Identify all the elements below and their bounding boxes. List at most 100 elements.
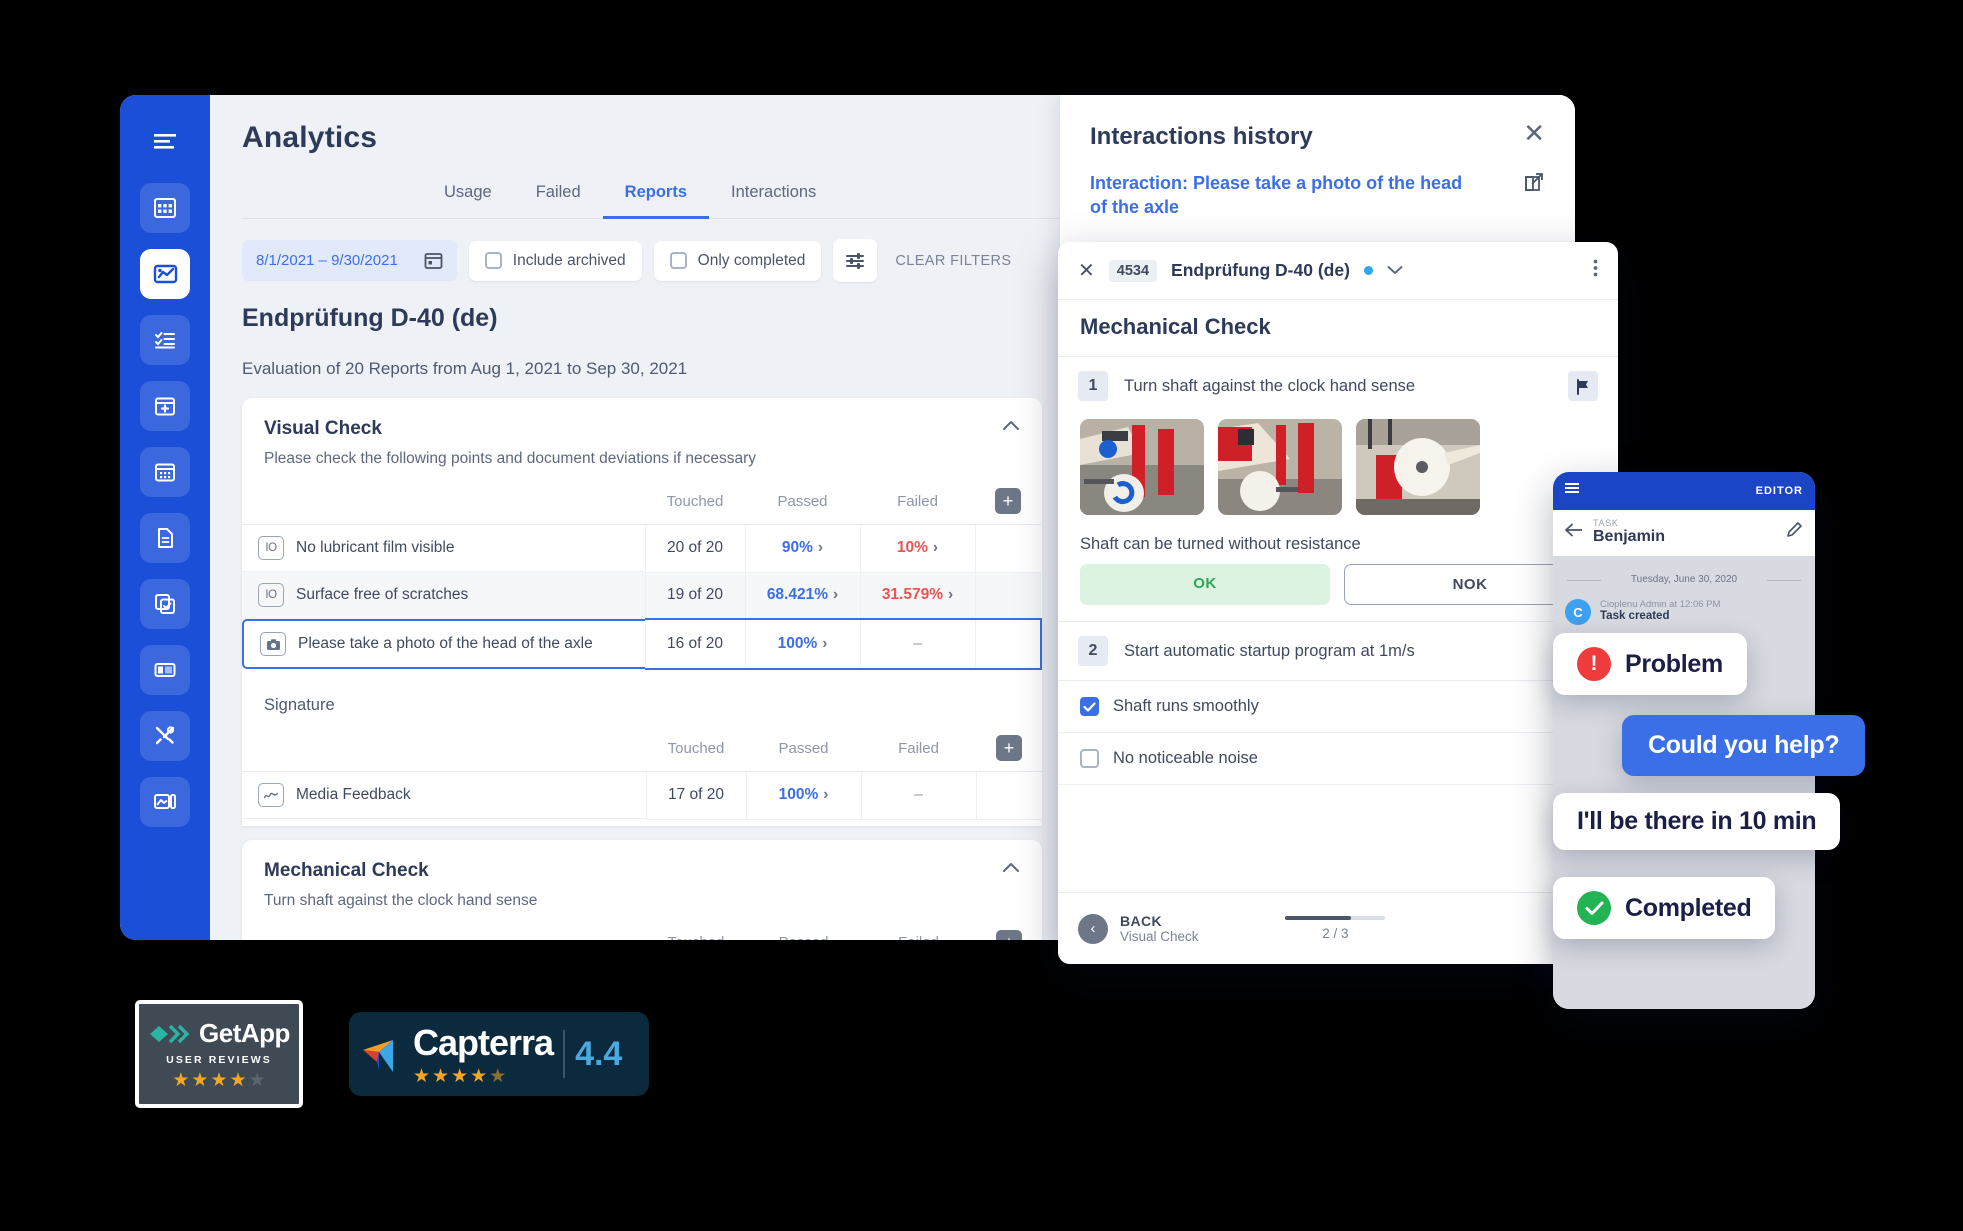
step-text: Start automatic startup program at 1m/s	[1124, 641, 1415, 660]
history-header: Interactions history ✕	[1090, 120, 1545, 151]
overlay-checkbox-row[interactable]: Shaft runs smoothly	[1058, 681, 1618, 733]
back-title: BACK	[1120, 913, 1163, 929]
filter-settings-button[interactable]	[833, 239, 878, 282]
back-arrow-icon[interactable]	[1565, 523, 1583, 542]
photo-thumbnail[interactable]	[1356, 419, 1480, 515]
sidebar-item-calendar[interactable]	[140, 447, 190, 497]
back-button[interactable]: ‹ BACK Visual Check	[1078, 913, 1199, 944]
close-icon[interactable]: ✕	[1523, 120, 1545, 146]
bubble-problem: ! Problem	[1553, 633, 1747, 695]
phone-task-header: TASK Benjamin	[1553, 510, 1815, 556]
checkbox-checked-icon[interactable]	[1080, 697, 1099, 716]
include-archived-checkbox[interactable]: Include archived	[468, 240, 642, 281]
bubble-label: Problem	[1625, 649, 1723, 678]
overlay-photo-strip	[1058, 415, 1618, 527]
col-item	[242, 923, 646, 940]
table-row-selected[interactable]: Please take a photo of the head of the a…	[242, 618, 1042, 670]
col-failed: Failed	[860, 482, 975, 525]
calendar-icon	[424, 253, 443, 269]
col-touched: Touched	[646, 923, 746, 940]
include-archived-label: Include archived	[512, 251, 626, 269]
add-column-button[interactable]: +	[995, 488, 1021, 514]
chevron-up-icon[interactable]	[1002, 418, 1020, 440]
sidebar-item-dashboard[interactable]	[140, 183, 190, 233]
tab-failed[interactable]: Failed	[514, 173, 603, 219]
checkbox-box	[484, 252, 502, 269]
table-row[interactable]: IO No lubricant film visible 20 of 20 90…	[242, 524, 1041, 573]
checkbox-label: Shaft runs smoothly	[1113, 697, 1259, 715]
row-failed: –	[860, 771, 976, 820]
col-touched: Touched	[645, 482, 745, 525]
overlay-more-button[interactable]	[1593, 258, 1598, 283]
chevron-down-icon[interactable]	[1387, 262, 1403, 280]
sidebar-item-layout[interactable]	[140, 645, 190, 695]
sidebar-item-add-event[interactable]	[140, 381, 190, 431]
col-touched: Touched	[646, 729, 746, 772]
bubble-label: I'll be there in 10 min	[1577, 807, 1817, 835]
checkbox-unchecked-icon[interactable]	[1080, 749, 1099, 768]
sidebar-item-documents[interactable]	[140, 513, 190, 563]
photo-thumbnail[interactable]	[1080, 419, 1204, 515]
sidebar-item-copies[interactable]	[140, 579, 190, 629]
tab-usage[interactable]: Usage	[422, 173, 514, 219]
sidebar-item-media[interactable]	[140, 777, 190, 827]
sidebar-item-tools[interactable]	[140, 711, 190, 761]
row-failed[interactable]: 31.579% ›	[859, 572, 975, 620]
row-extra	[974, 572, 1041, 620]
chevron-left-icon: ‹	[1078, 913, 1108, 944]
sidebar-item-checklists[interactable]	[140, 315, 190, 365]
col-failed: Failed	[861, 729, 976, 772]
history-interaction-link[interactable]: Interaction: Please take a photo of the …	[1090, 171, 1545, 220]
getapp-badge: GetApp USER REVIEWS ★ ★ ★ ★ ★	[135, 1000, 303, 1108]
row-passed[interactable]: 100% ›	[744, 618, 860, 670]
row-extra	[975, 771, 1042, 820]
edit-pencil-icon[interactable]	[1786, 521, 1803, 543]
hamburger-icon[interactable]	[1565, 482, 1581, 501]
media-library-icon	[154, 794, 176, 809]
add-column-button[interactable]: +	[996, 735, 1022, 761]
row-label-cell: Please take a photo of the head of the a…	[242, 619, 645, 669]
history-interaction-label: Interaction: Please take a photo of the …	[1090, 173, 1463, 218]
close-icon[interactable]: ✕	[1078, 258, 1095, 283]
section-subtitle: Please check the following points and do…	[264, 450, 756, 467]
clear-filters-button[interactable]: CLEAR FILTERS	[895, 253, 1011, 269]
capterra-logo-icon	[363, 1040, 393, 1072]
layout-columns-icon	[154, 663, 176, 677]
open-external-icon[interactable]	[1523, 171, 1545, 198]
flag-icon[interactable]	[1568, 371, 1598, 401]
progress-bar	[1285, 916, 1386, 920]
row-passed[interactable]: 68.421% ›	[744, 572, 860, 620]
step-number: 1	[1078, 371, 1108, 401]
table-row[interactable]: IO Surface free of scratches 19 of 20 68…	[242, 572, 1041, 620]
table-row[interactable]: Media Feedback 17 of 20 100% › –	[242, 771, 1042, 820]
date-range-value: 8/1/2021 – 9/30/2021	[256, 252, 398, 269]
checkbox-label: No noticeable noise	[1113, 749, 1258, 767]
col-passed: Passed	[746, 923, 861, 940]
section-title: Visual Check	[264, 418, 382, 439]
progress-text: 2 / 3	[1322, 926, 1349, 941]
chat-message: C Cioplenu Admin at 12:06 PM Task create…	[1553, 599, 1815, 625]
overlay-checkbox-row[interactable]: No noticeable noise	[1058, 733, 1618, 785]
tab-interactions[interactable]: Interactions	[709, 173, 838, 219]
sidebar-item-menu[interactable]	[140, 117, 190, 167]
sidebar-item-analytics[interactable]	[140, 249, 190, 299]
step-number: 2	[1078, 636, 1108, 666]
chevron-up-icon[interactable]	[1002, 860, 1020, 882]
back-subtitle: Visual Check	[1120, 929, 1199, 944]
col-add: +	[976, 923, 1042, 940]
signature-group-label: Signature	[264, 696, 335, 714]
row-failed[interactable]: 10% ›	[859, 524, 975, 573]
row-label: Media Feedback	[296, 786, 411, 803]
overlay-titlebar: ✕ 4534 Endprüfung D-40 (de)	[1058, 242, 1618, 299]
row-passed[interactable]: 100% ›	[745, 771, 861, 820]
row-extra	[974, 618, 1042, 670]
date-range-picker[interactable]: 8/1/2021 – 9/30/2021	[242, 240, 457, 281]
ok-button[interactable]: OK	[1080, 564, 1330, 605]
row-passed[interactable]: 90% ›	[744, 524, 860, 573]
add-column-button[interactable]: +	[996, 929, 1022, 940]
row-touched: 16 of 20	[644, 618, 745, 670]
tab-reports[interactable]: Reports	[602, 173, 709, 219]
photo-thumbnail[interactable]	[1218, 419, 1342, 515]
only-completed-checkbox[interactable]: Only completed	[653, 240, 822, 281]
problem-icon: !	[1577, 647, 1611, 681]
